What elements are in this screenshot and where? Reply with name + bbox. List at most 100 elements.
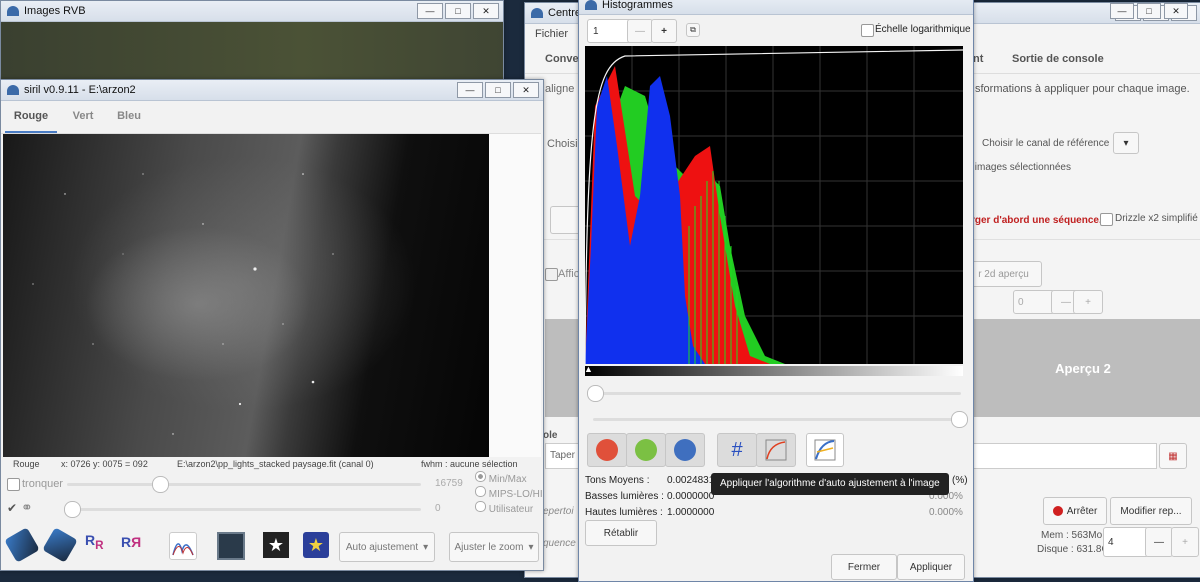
spin-plus-button[interactable]: + [1073, 290, 1103, 314]
zoom-plus-button[interactable]: + [651, 19, 677, 43]
snapshot-button[interactable]: ⧉ [686, 23, 700, 37]
disk-usage: Disque : 631.8G [1037, 544, 1110, 555]
tab-partial-right[interactable]: nt [973, 53, 983, 65]
maximize-icon[interactable]: □ [445, 3, 471, 19]
radio-user[interactable]: Utilisateur [475, 501, 533, 515]
min-slider-track[interactable] [67, 508, 421, 511]
close-icon[interactable]: ✕ [513, 82, 539, 98]
image-right-margin [489, 134, 541, 457]
zoom-minus-button[interactable]: — [627, 19, 653, 43]
shadows-slider-thumb[interactable] [587, 385, 604, 402]
close-icon[interactable]: ✕ [1164, 3, 1188, 19]
link-icon[interactable]: ⚭ [21, 499, 33, 516]
min-slider-thumb[interactable] [64, 501, 81, 518]
siril-window-titlebar[interactable]: siril v0.9.11 - E:\arzon2 — □ ✕ [1, 80, 543, 101]
memory-usage: Mem : 563Mo [1041, 530, 1103, 541]
histogram-icon-graphic [172, 543, 194, 556]
command-input-right[interactable] [965, 443, 1157, 469]
curve-toggle[interactable] [756, 433, 796, 467]
stop-button[interactable]: Arrêter [1043, 497, 1107, 525]
chevron-down-icon: ▾ [1123, 137, 1129, 149]
red-channel-toggle[interactable] [587, 433, 627, 467]
preview-2-panel: Aperçu 2 [965, 319, 1200, 417]
histogram-icon[interactable] [169, 532, 197, 560]
rotate-right-icon[interactable] [42, 527, 78, 563]
selected-images-text: s images sélectionnées [967, 162, 1071, 173]
min-slider-value: 0 [435, 503, 441, 514]
siril-app-icon [7, 6, 19, 16]
maximize-icon[interactable]: □ [1137, 3, 1161, 19]
reset-button[interactable]: Rétablir [585, 520, 657, 546]
log-scale-label: Échelle logarithmique [875, 24, 971, 35]
thread-minus-button[interactable]: — [1145, 527, 1173, 557]
zoom-spin-value: 1 [593, 25, 599, 37]
histogram-window-titlebar[interactable]: Histogrammes [579, 0, 973, 15]
thread-plus-button[interactable]: + [1171, 527, 1199, 557]
grid-icon: # [731, 438, 743, 461]
highlights-slider-track[interactable] [593, 418, 961, 421]
clear-log-icon: ▦ [1168, 450, 1178, 462]
display-mode-select[interactable]: Auto ajustement ▾ [339, 532, 435, 562]
histogram-graph[interactable] [585, 46, 963, 364]
grid-toggle[interactable]: # [717, 433, 757, 467]
truncate-checkbox[interactable] [7, 478, 20, 491]
tab-red[interactable]: Rouge [5, 101, 57, 133]
tab-green[interactable]: Vert [63, 101, 103, 131]
apply-button[interactable]: Appliquer [897, 554, 965, 580]
black-point-marker[interactable]: ▲ [584, 364, 593, 374]
maximize-icon[interactable]: □ [485, 82, 511, 98]
tab-console-output[interactable]: Sortie de console [1012, 53, 1104, 65]
modify-directory-button[interactable]: Modifier rep... [1110, 497, 1192, 525]
modify-button-label: Modifier rep... [1120, 505, 1182, 517]
rotate-left-icon[interactable] [4, 527, 40, 563]
bottom-toolbar: RR RЯ ★ ★ Auto ajustement ▾ Ajuster le z… [1, 526, 541, 566]
tab-conversion-partial[interactable]: Conve [545, 53, 579, 65]
log-scale-checkbox[interactable] [861, 24, 874, 37]
display-checkbox[interactable] [545, 268, 558, 281]
highlights-slider-thumb[interactable] [951, 411, 968, 428]
menu-fichier[interactable]: Fichier [535, 28, 568, 40]
midtones-label: Tons Moyens : [585, 475, 650, 486]
thread-count-field[interactable]: 4 [1103, 527, 1149, 557]
max-slider-track[interactable] [67, 483, 421, 486]
rgb-window-titlebar[interactable]: Images RVB — □ ✕ [1, 1, 503, 22]
zoom-select[interactable]: Ajuster le zoom ▾ [449, 532, 539, 562]
max-slider-thumb[interactable] [152, 476, 169, 493]
star-blue-icon[interactable]: ★ [303, 532, 329, 558]
preview-2-label: Aperçu 2 [1055, 360, 1111, 376]
astro-image-canvas[interactable] [3, 134, 489, 457]
close-histogram-button[interactable]: Fermer [831, 554, 897, 580]
loss-highlights: 0.000% [929, 507, 963, 518]
close-icon[interactable]: ✕ [473, 3, 499, 19]
image-stack-icon[interactable] [217, 532, 245, 560]
green-channel-toggle[interactable] [626, 433, 666, 467]
minimize-icon[interactable]: — [417, 3, 443, 19]
ref-channel-dropdown[interactable]: ▾ [1113, 132, 1139, 154]
apercu-button[interactable]: r 2d aperçu [965, 261, 1042, 287]
histogram-window-title: Histogrammes [602, 0, 673, 11]
mirror-x-icon[interactable]: RR [85, 532, 104, 552]
minimize-icon[interactable]: — [457, 82, 483, 98]
reset-button-label: Rétablir [603, 527, 639, 539]
shadows-slider-track[interactable] [593, 392, 961, 395]
minimize-icon[interactable]: — [1110, 3, 1134, 19]
radio-mips[interactable]: MIPS-LO/HI [475, 486, 543, 500]
chevron-down-icon: ▾ [528, 541, 534, 553]
sequence-label-partial: quence [543, 538, 576, 549]
centre-window-controls: — □ ✕ [1110, 3, 1188, 19]
radio-minmax[interactable]: Min/Max [475, 471, 527, 485]
sequence-combo-partial[interactable] [550, 206, 581, 234]
shadows-value: 0.0000000 [667, 491, 715, 502]
clear-console-button[interactable]: ▦ [1159, 443, 1187, 469]
mirror-y-icon[interactable]: RЯ [121, 534, 141, 550]
transform-text: sformations à appliquer pour chaque imag… [975, 83, 1190, 95]
star-dark-icon[interactable]: ★ [263, 532, 289, 558]
checkmark-icon[interactable]: ✔ [7, 501, 17, 515]
blue-channel-toggle[interactable] [665, 433, 705, 467]
status-file: E:\arzon2\pp_lights_stacked paysage.fit … [177, 459, 374, 469]
tab-blue[interactable]: Bleu [109, 101, 149, 131]
preview-spin-value[interactable]: 0 [1013, 290, 1055, 314]
drizzle-checkbox[interactable] [1100, 213, 1113, 226]
auto-stretch-button[interactable] [806, 433, 844, 467]
star-field [32, 173, 334, 435]
